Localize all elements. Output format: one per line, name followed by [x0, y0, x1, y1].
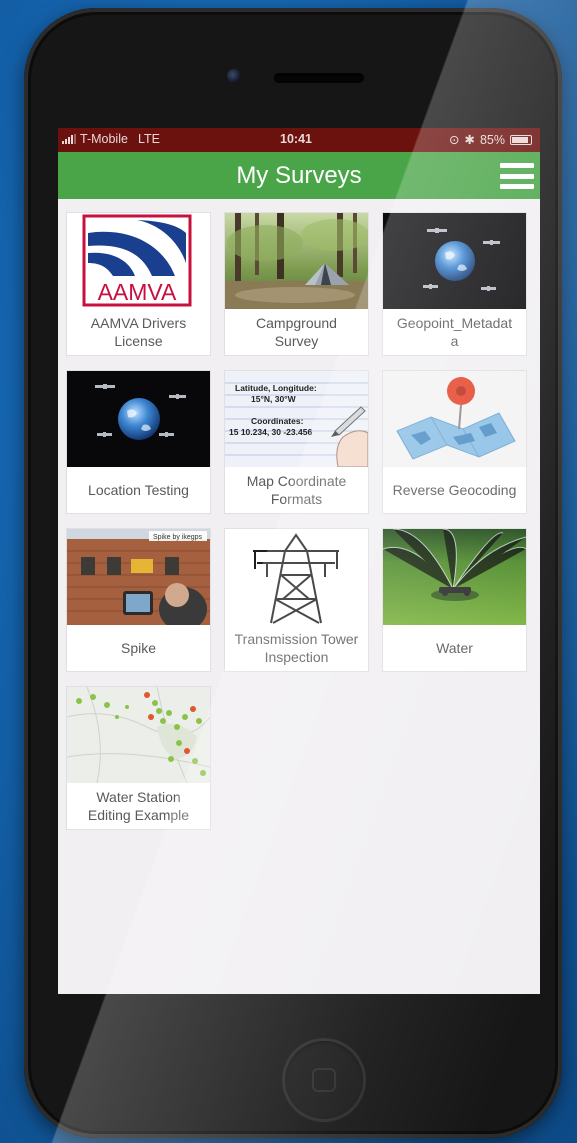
svg-text:Spike by ikegps: Spike by ikegps [153, 534, 203, 541]
svg-text:15 10.234, 30 -23.456: 15 10.234, 30 -23.456 [229, 427, 312, 437]
survey-card-campground[interactable]: Campground Survey [225, 213, 368, 355]
svg-text:Latitude, Longitude:: Latitude, Longitude: [235, 383, 317, 393]
survey-card-label: AAMVA Drivers License [90, 315, 187, 349]
survey-card-label: Water Station Editing Example [87, 789, 190, 823]
svg-text:Coordinates:: Coordinates: [251, 416, 304, 426]
earth-satellites-photo [67, 371, 210, 467]
survey-card-label: Location Testing [88, 482, 189, 498]
campground-tent-photo [225, 213, 368, 309]
survey-card-label: Transmission Tower Inspection [234, 631, 359, 665]
aamva-logo-icon: AAMVA [67, 213, 210, 309]
survey-card-label: Map Coordinate Formats [246, 473, 347, 507]
survey-card-reverse-geocoding[interactable]: Reverse Geocoding [383, 371, 526, 513]
battery-percent: 85% [479, 132, 505, 147]
survey-card-geopoint-metadata[interactable]: Geopoint_Metadat a [383, 213, 526, 355]
front-camera [227, 69, 241, 83]
survey-card-spike[interactable]: Spike by ikegps Spike [67, 529, 210, 671]
svg-text:15°N, 30°W: 15°N, 30°W [251, 394, 297, 404]
survey-card-label: Campground Survey [256, 315, 337, 349]
survey-card-map-coordinate-formats[interactable]: Latitude, Longitude: 15°N, 30°W Coordina… [225, 371, 368, 513]
earpiece-speaker [274, 73, 364, 83]
map-pin-icon [383, 371, 526, 467]
coordinates-notebook-image: Latitude, Longitude: 15°N, 30°W Coordina… [225, 371, 368, 467]
app-screen: T-Mobile LTE 10:41 ⊙ ✱ 85% My Surveys AA… [58, 128, 540, 994]
survey-card-transmission-tower[interactable]: Transmission Tower Inspection [225, 529, 368, 671]
network-type: LTE [137, 132, 160, 146]
page-title: My Surveys [236, 162, 362, 189]
status-bar: T-Mobile LTE 10:41 ⊙ ✱ 85% [58, 128, 540, 152]
aamva-logo-text: AAMVA [98, 279, 177, 305]
survey-card-label: Geopoint_Metadat a [396, 315, 513, 349]
sprinkler-lawn-photo [383, 529, 526, 625]
signal-strength-icon [62, 134, 76, 144]
transmission-tower-icon [225, 529, 368, 625]
survey-card-label: Water [436, 640, 473, 656]
battery-icon [510, 134, 532, 145]
app-header: My Surveys [58, 152, 540, 199]
home-button-icon [312, 1068, 336, 1092]
spike-device-photo: Spike by ikegps [67, 529, 210, 625]
status-time: 10:41 [280, 132, 312, 146]
earth-satellites-photo [383, 213, 526, 309]
orientation-lock-icon: ⊙ [449, 133, 460, 147]
survey-card-aamva[interactable]: AAMVA AAMVA Drivers License [67, 213, 210, 355]
survey-card-water-station[interactable]: Water Station Editing Example [67, 687, 210, 829]
station-map-image [67, 687, 210, 783]
survey-card-location-testing[interactable]: Location Testing [67, 371, 210, 513]
bluetooth-icon: ✱ [464, 133, 475, 147]
survey-card-water[interactable]: Water [383, 529, 526, 671]
hamburger-menu-icon[interactable] [500, 163, 534, 189]
survey-card-label: Spike [120, 640, 157, 656]
survey-card-label: Reverse Geocoding [392, 482, 517, 498]
carrier-name: T-Mobile [80, 132, 128, 146]
